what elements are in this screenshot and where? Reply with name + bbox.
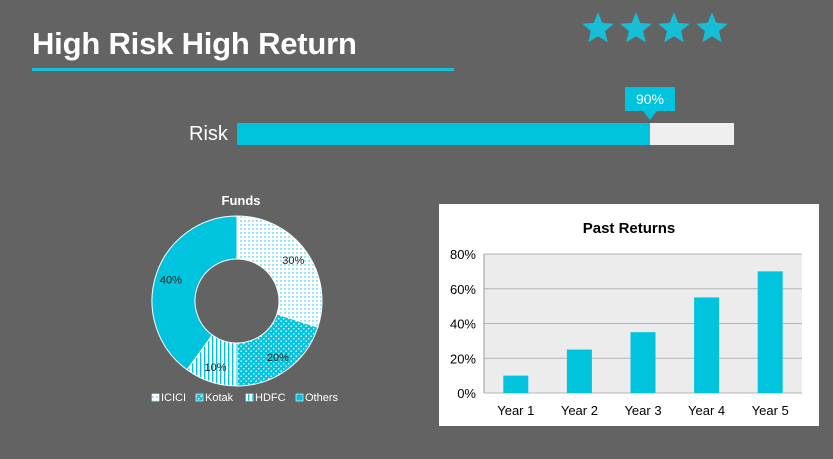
x-tick-label: Year 5: [752, 403, 789, 418]
past-returns-panel: Past Returns 0% 20% 40% 60% 80% Year 1 Year 2 Y…: [439, 204, 819, 426]
bar-year-4: [694, 297, 720, 393]
donut-slice-icici: [236, 215, 323, 328]
x-tick-label: Year 2: [561, 403, 598, 418]
bar-year-3: [630, 332, 656, 393]
bar-year-2: [566, 349, 592, 393]
legend-swatch-icici: [151, 393, 160, 402]
legend-label-others: Others: [305, 392, 339, 404]
y-tick-label: 20%: [450, 351, 476, 366]
donut-data-label: 20%: [267, 352, 289, 364]
y-tick-label: 60%: [450, 282, 476, 297]
legend-swatch-kotak: [195, 393, 204, 402]
x-tick-label: Year 1: [497, 403, 534, 418]
funds-chart-title: Funds: [222, 193, 261, 208]
x-tick-label: Year 3: [624, 403, 661, 418]
legend-label-hdfc: HDFC: [255, 392, 286, 404]
legend-label-icici: ICICI: [161, 392, 186, 404]
returns-chart-title: Past Returns: [583, 220, 676, 237]
y-tick-label: 40%: [450, 317, 476, 332]
donut-data-label: 40%: [160, 275, 182, 287]
donut-slice-kotak: [236, 313, 319, 387]
y-tick-label: 80%: [450, 247, 476, 262]
donut-data-label: 30%: [282, 255, 304, 267]
legend-swatch-hdfc: [245, 393, 254, 402]
past-returns-bar-chart: Past Returns 0% 20% 40% 60% 80% Year 1 Year 2 Y…: [450, 220, 802, 418]
bar-year-1: [503, 375, 529, 393]
y-tick-label: 0%: [457, 386, 476, 401]
x-tick-label: Year 4: [688, 403, 725, 418]
bar-year-5: [757, 271, 783, 393]
donut-data-label: 10%: [205, 362, 227, 374]
legend-swatch-others: [295, 393, 304, 402]
legend-label-kotak: Kotak: [205, 392, 234, 404]
